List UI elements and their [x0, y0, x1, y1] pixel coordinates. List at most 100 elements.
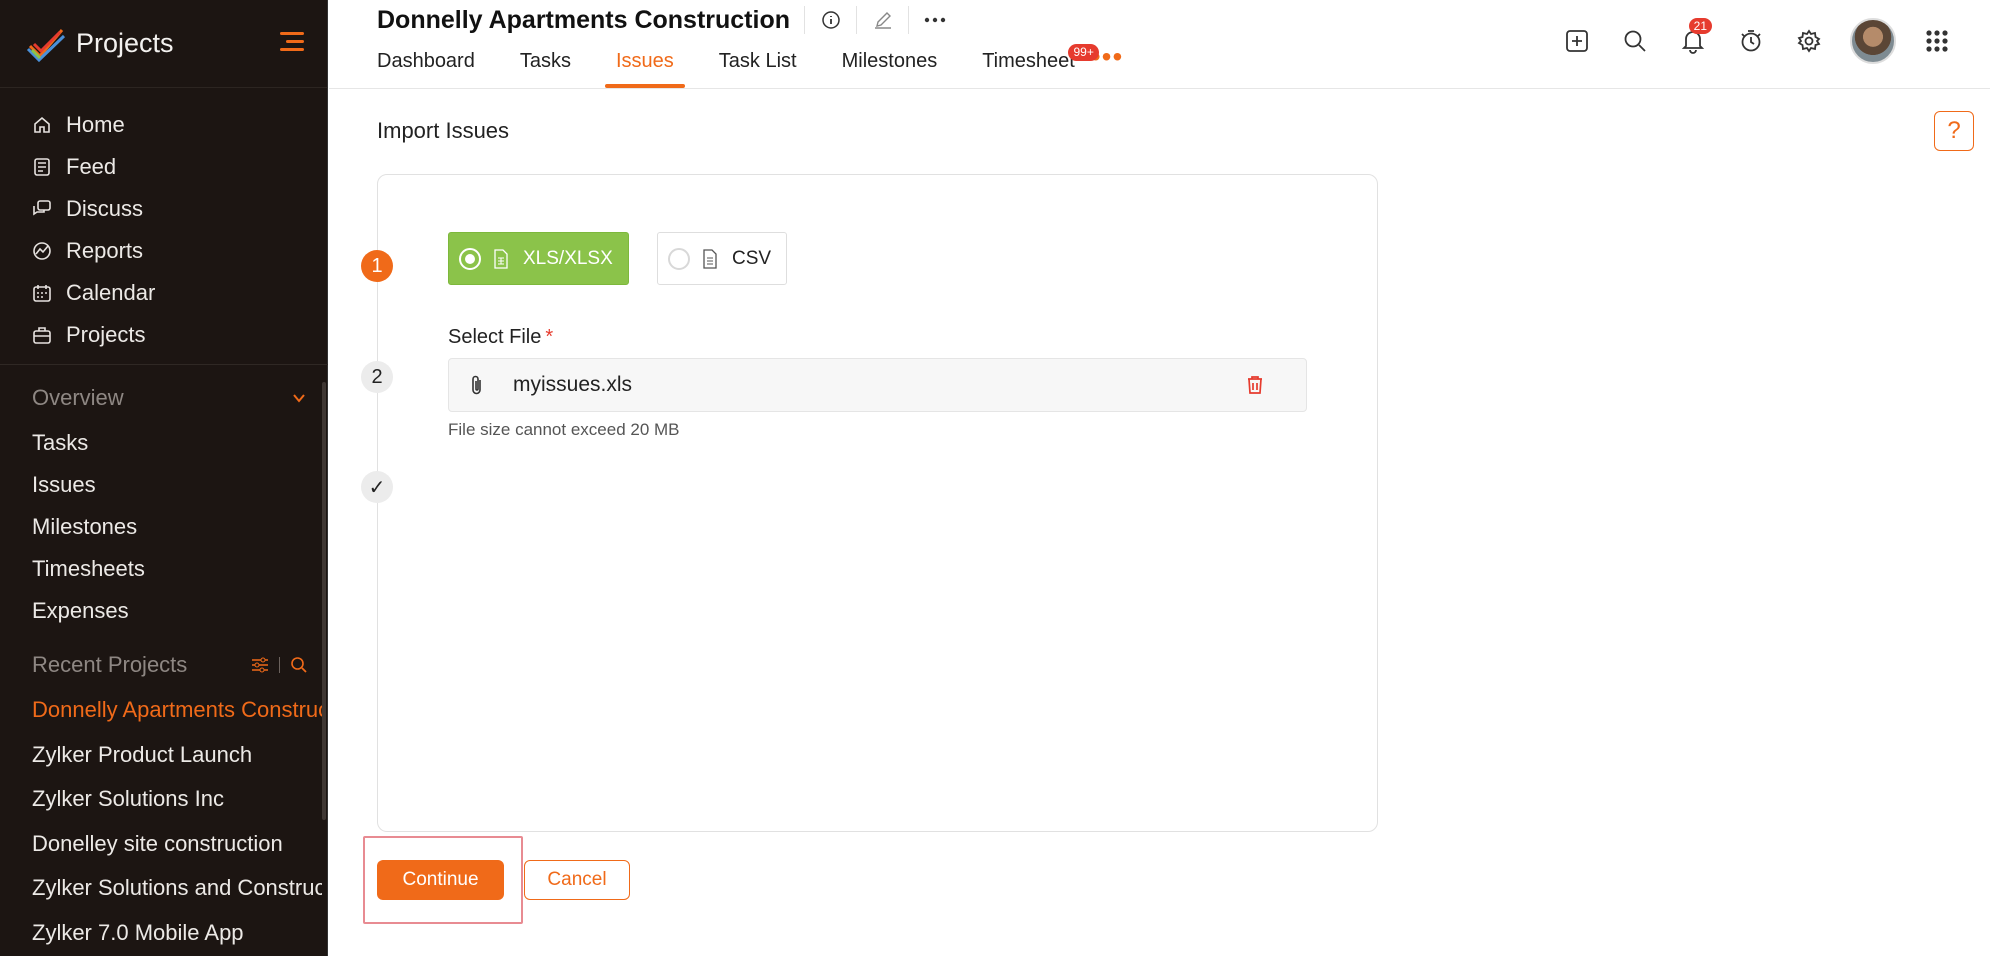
reports-icon — [33, 242, 51, 260]
format-csv-label: CSV — [732, 247, 772, 269]
file-name: myissues.xls — [513, 373, 633, 396]
search-icon[interactable] — [290, 656, 308, 674]
home-icon — [34, 116, 50, 133]
file-size-hint: File size cannot exceed 20 MB — [448, 420, 680, 439]
tab-milestones[interactable]: Milestones — [842, 50, 938, 88]
step-indicator-1: 1 — [361, 250, 393, 282]
overview-item-expenses[interactable]: Expenses — [0, 590, 328, 632]
selected-file-field[interactable]: myissues.xls — [448, 358, 1307, 412]
format-option-xls[interactable]: XLS/XLSX — [448, 232, 629, 285]
format-option-csv[interactable]: CSV — [657, 232, 787, 285]
overview-item-tasks[interactable]: Tasks — [0, 422, 328, 464]
tab-dashboard[interactable]: Dashboard — [377, 50, 475, 88]
search-icon — [1624, 30, 1646, 52]
tab-task-list[interactable]: Task List — [719, 50, 797, 88]
sidebar-item-label: Reports — [66, 238, 144, 263]
recent-project-item[interactable]: Donelley site construction — [0, 822, 322, 867]
continue-button[interactable]: Continue — [377, 860, 504, 900]
recent-projects-list: Donnelly Apartments Construction Zylker … — [0, 688, 322, 955]
sidebar-item-discuss[interactable]: Discuss — [0, 188, 328, 230]
settings-button[interactable] — [1780, 18, 1838, 64]
sidebar-item-label: Projects — [66, 322, 146, 347]
sidebar-item-label: Calendar — [66, 280, 156, 305]
tab-timesheet-label: Timesheet — [982, 50, 1075, 72]
timer-button[interactable] — [1722, 18, 1780, 64]
page-title: Import Issues — [377, 118, 510, 143]
more-options-icon[interactable] — [908, 6, 960, 34]
sidebar-item-home[interactable]: Home — [0, 104, 328, 146]
sidebar-item-label: Feed — [66, 154, 117, 179]
csv-file-icon — [703, 248, 717, 269]
overview-item-milestones[interactable]: Milestones — [0, 506, 328, 548]
recent-project-item[interactable]: Zylker Solutions and Construction — [0, 866, 322, 911]
notifications-button[interactable]: 21 — [1664, 18, 1722, 64]
overview-item-issues[interactable]: Issues — [0, 464, 328, 506]
select-file-text: Select File — [448, 326, 542, 348]
tab-timesheet[interactable]: Timesheet 99+ — [982, 44, 1099, 88]
cancel-button[interactable]: Cancel — [524, 860, 630, 900]
project-title-actions — [804, 6, 960, 34]
projects-logo-icon — [26, 28, 66, 62]
sidebar-header: Projects — [0, 0, 327, 88]
gear-icon — [1797, 29, 1821, 53]
divider — [279, 657, 280, 673]
project-title: Donnelly Apartments Construction — [377, 5, 790, 34]
project-tabs: Dashboard Tasks Issues Task List Milesto… — [377, 43, 1123, 88]
notification-badge: 21 — [1688, 18, 1712, 34]
trash-icon[interactable] — [1244, 374, 1266, 396]
recent-project-item[interactable]: Zylker Product Launch — [0, 733, 322, 778]
paperclip-icon — [472, 375, 481, 395]
sidebar-item-label: Discuss — [66, 196, 144, 221]
sidebar-main-nav: Home Feed Discuss Reports Calendar Proje… — [0, 104, 328, 356]
sidebar-item-feed[interactable]: Feed — [0, 146, 328, 188]
radio-unselected[interactable] — [668, 247, 690, 270]
app-launcher-button[interactable] — [1908, 18, 1966, 64]
briefcase-icon — [33, 327, 51, 344]
user-avatar[interactable] — [1850, 18, 1896, 64]
info-icon[interactable] — [804, 6, 856, 34]
discuss-icon — [33, 200, 51, 216]
sidebar: Projects Home Feed Discuss Reports Calen… — [0, 0, 328, 956]
edit-pen-icon[interactable] — [856, 6, 908, 34]
add-new-button[interactable] — [1548, 18, 1606, 64]
app-name: Projects — [76, 28, 174, 58]
sidebar-item-projects[interactable]: Projects — [0, 314, 328, 356]
recent-project-item[interactable]: Zylker Solutions Inc — [0, 777, 322, 822]
overview-item-timesheets[interactable]: Timesheets — [0, 548, 328, 590]
search-button[interactable] — [1606, 18, 1664, 64]
sidebar-item-label: Home — [66, 112, 125, 137]
sidebar-item-reports[interactable]: Reports — [0, 230, 328, 272]
tab-tasks[interactable]: Tasks — [520, 50, 571, 88]
menu-toggle-icon[interactable] — [280, 32, 304, 52]
calendar-icon — [33, 285, 51, 302]
step-indicator-3-check-icon: ✓ — [361, 471, 393, 503]
grid-apps-icon — [1926, 30, 1948, 52]
sidebar-divider — [0, 364, 328, 365]
filter-sliders-icon[interactable] — [251, 657, 269, 673]
recent-projects-actions — [251, 656, 308, 674]
recent-project-item[interactable]: Zylker 7.0 Mobile App — [0, 911, 322, 956]
plus-square-icon — [1566, 30, 1588, 52]
help-button[interactable]: ? — [1934, 111, 1974, 151]
select-file-label: Select File * — [448, 326, 553, 349]
project-title-row: Donnelly Apartments Construction — [377, 4, 960, 36]
overview-title: Overview — [32, 385, 124, 410]
feed-icon — [34, 158, 50, 176]
format-xls-label: XLS/XLSX — [523, 247, 613, 269]
required-asterisk: * — [545, 326, 554, 348]
recent-project-item[interactable]: Donnelly Apartments Construction — [0, 688, 322, 733]
radio-selected[interactable] — [459, 247, 481, 270]
timesheet-badge: 99+ — [1068, 44, 1099, 61]
overview-section-header[interactable]: Overview — [32, 385, 306, 411]
sidebar-item-calendar[interactable]: Calendar — [0, 272, 328, 314]
top-header: Donnelly Apartments Construction Dashboa… — [329, 0, 1990, 89]
tab-issues[interactable]: Issues — [605, 50, 685, 88]
header-actions: 21 — [1548, 18, 1966, 64]
step-indicator-2: 2 — [361, 361, 393, 393]
recent-projects-title: Recent Projects — [32, 652, 188, 677]
recent-projects-header: Recent Projects — [32, 652, 308, 678]
sidebar-scrollbar[interactable] — [322, 382, 326, 820]
chevron-down-icon[interactable] — [292, 391, 306, 405]
spreadsheet-file-icon — [494, 248, 508, 269]
overview-list: Tasks Issues Milestones Timesheets Expen… — [0, 422, 328, 632]
